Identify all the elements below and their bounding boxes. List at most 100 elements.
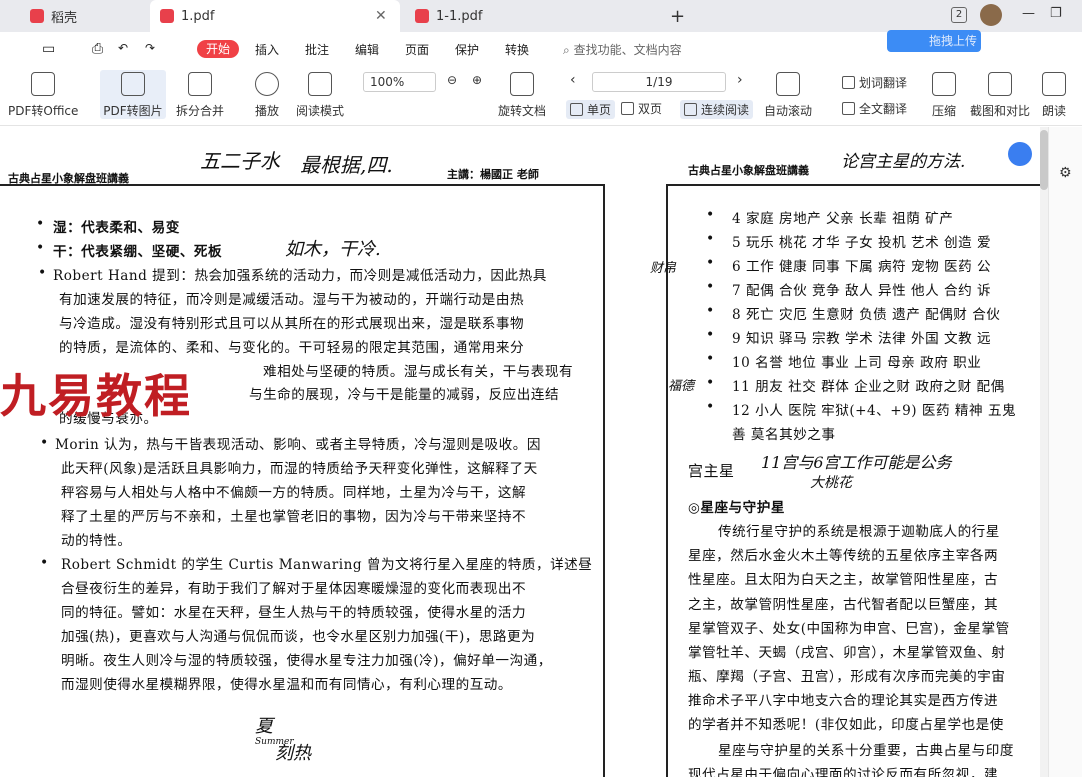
pdf-to-office-button[interactable]: PDF转Office [8, 70, 78, 119]
right-sidebar: ⚙ [1048, 127, 1082, 777]
restore-icon[interactable]: ❐ [1050, 6, 1062, 21]
redo-icon[interactable]: ↷ [145, 41, 155, 55]
continuous-read-button[interactable]: 连续阅读 [680, 100, 754, 119]
bullet: • [706, 399, 715, 415]
next-page-icon[interactable]: › [737, 72, 743, 88]
compress-button[interactable]: 压缩 [932, 70, 956, 119]
toolbar: PDF转Office PDF转图片 拆分合并 播放 阅读模式 旋转文档 自动滚动… [0, 66, 1082, 126]
settings-icon[interactable]: ⚙ [1059, 165, 1072, 181]
handwriting-note: 最根据,四. [300, 153, 393, 177]
tab-docer[interactable]: 稻壳 [20, 0, 146, 32]
text-line: 性星座。且太阳为白天之主，故掌管阳性星座，古 [688, 572, 999, 588]
house-line: 10 名誉 地位 事业 上司 母亲 政府 职业 [732, 355, 982, 371]
auto-scroll-button[interactable]: 自动滚动 [764, 70, 812, 119]
new-tab-button[interactable]: + [660, 0, 695, 32]
play-button[interactable]: 播放 [255, 70, 279, 119]
pdf-to-office-icon [31, 72, 56, 96]
speaker-icon [1042, 72, 1066, 96]
text-line: 星掌管双子、处女(中国称为申宫、巳宫)，金星掌管 [688, 621, 1010, 637]
text-line: 星座，然后水金火木土等传统的五星依序主宰各两 [688, 548, 999, 564]
menu-edit[interactable]: 编辑 [355, 41, 379, 58]
document-viewer[interactable]: 古典占星小象解盘班講義 主講：楊國正 老師 五二子水 最根据,四. 如木，干冷.… [0, 127, 1082, 777]
tab-bar: 稻壳 1.pdf ✕ 1-1.pdf + 2 — ❐ [0, 0, 1082, 32]
house-line: 8 死亡 灾厄 生意财 负债 遗产 配偶财 合伙 [732, 307, 1001, 323]
menu-start[interactable]: 开始 [197, 40, 239, 58]
zoom-in-icon[interactable]: ⊕ [472, 73, 482, 87]
menu-page[interactable]: 页面 [405, 41, 429, 58]
house-line: 4 家庭 房地产 父亲 长辈 祖荫 矿产 [732, 211, 954, 227]
tab-1pdf[interactable]: 1.pdf ✕ [150, 0, 400, 32]
split-icon [188, 72, 212, 96]
minimize-icon[interactable]: — [1022, 6, 1035, 21]
text-line: 与生命的展现，冷与干是能量的减弱，反应出连结 [249, 387, 560, 403]
text-line: 现代占星由于偏向心理面的讨论反而有所忽视，建 [688, 767, 999, 777]
tab-label: 1.pdf [181, 8, 215, 24]
scrollbar[interactable] [1040, 127, 1048, 777]
single-page-button[interactable]: 单页 [566, 100, 616, 119]
floating-tool-icon[interactable] [1008, 142, 1032, 166]
undo-icon[interactable]: ↶ [118, 41, 128, 55]
text-line: 同的特征。譬如：水星在天秤，昼生人热与干的特质较强，使得水星的活力 [61, 605, 527, 621]
section-title: 宫主星 [688, 462, 735, 480]
text-line: 合昼夜衍生的差异，有助于我们了解对于星体因寒暖燥湿的变化而表现出不 [61, 581, 527, 597]
text-line: 的特质，是流体的、柔和、与变化的。干可轻易的限定其范围，通常用来分 [59, 340, 525, 356]
read-aloud-button[interactable]: 朗读 [1042, 70, 1066, 119]
handwriting-note: 11宫与6宫工作可能是公务 [761, 453, 952, 472]
full-translate-button[interactable]: 全文翻译 [842, 100, 907, 117]
pdf-to-image-button[interactable]: PDF转图片 [100, 70, 166, 119]
house-line: 12 小人 医院 牢狱(+4、+9) 医药 精神 五鬼 [732, 403, 1017, 419]
reading-mode-button[interactable]: 阅读模式 [296, 70, 344, 119]
subsection-title: ◎星座与守护星 [688, 500, 785, 516]
label: PDF转Office [8, 104, 79, 118]
text-line: 的学者并不知悉呢！(非仅如此，印度占星学也是使 [688, 717, 1004, 733]
handwriting-note: 大桃花 [810, 475, 852, 491]
menu-convert[interactable]: 转换 [505, 41, 529, 58]
word-translate-button[interactable]: 划词翻译 [842, 74, 907, 91]
folder-icon[interactable]: ▭ [42, 41, 55, 57]
handwriting-note: 夏 [255, 716, 273, 737]
page-input[interactable]: 1/19 [592, 72, 726, 92]
handwriting-note: 福德 [668, 379, 695, 394]
bullet: • [706, 375, 715, 391]
scroll-icon [776, 72, 800, 96]
label: 旋转文档 [498, 104, 547, 118]
scrollbar-thumb[interactable] [1040, 130, 1048, 190]
menu-insert[interactable]: 插入 [255, 41, 279, 58]
text-line: 释了土星的严厉与不亲和，土星也掌管老旧的事物，因为冷与干带来坚持不 [61, 509, 527, 525]
book-icon [308, 72, 332, 96]
menu-protect[interactable]: 保护 [455, 41, 479, 58]
screenshot-compare-button[interactable]: 截图和对比 [970, 70, 1030, 119]
print-icon[interactable]: ⎙ [92, 41, 103, 57]
continuous-icon [684, 103, 697, 116]
right-page: 古典占星小象解盘班講義 论宫主星的方法. • • • • • • • • • 4… [666, 127, 1040, 777]
lecturer: 主講：楊國正 老師 [447, 168, 539, 181]
prev-page-icon[interactable]: ‹ [570, 72, 576, 88]
menu-annotate[interactable]: 批注 [305, 41, 329, 58]
text-line: 干：代表紧绷、坚硬、死板 [53, 244, 223, 260]
tab-1-1pdf[interactable]: 1-1.pdf [405, 0, 655, 32]
rotate-button[interactable]: 旋转文档 [498, 70, 546, 119]
docer-icon [30, 9, 44, 23]
tab-label: 1-1.pdf [436, 8, 483, 24]
text-line: 掌管牡羊、天蝎（戌宫、卯宫），木星掌管双鱼、射 [688, 645, 1006, 661]
split-merge-button[interactable]: 拆分合并 [176, 70, 224, 119]
close-icon[interactable]: ✕ [375, 8, 387, 24]
upload-button[interactable]: 拖拽上传 [887, 30, 981, 52]
bullet: • [36, 216, 45, 232]
text-line: 善 莫名其妙之事 [732, 427, 836, 443]
window-count-badge[interactable]: 2 [951, 7, 967, 23]
label: PDF转图片 [103, 104, 163, 118]
zoom-select[interactable]: 100% [363, 72, 436, 92]
zoom-out-icon[interactable]: ⊖ [447, 73, 457, 87]
text-line: Morin 认为，热与干皆表现活动、影响、或者主导特质，冷与湿则是吸收。因 [55, 437, 541, 453]
avatar[interactable] [980, 4, 1002, 26]
house-line: 7 配偶 合伙 竞争 敌人 异性 他人 合约 诉 [732, 283, 992, 299]
text-line: 传统行星守护的系统是根源于迦勒底人的行星 [718, 524, 1000, 540]
bullet: • [706, 207, 715, 223]
search-input[interactable]: ⌕ 查找功能、文档内容 [563, 41, 682, 58]
double-page-button[interactable]: 双页 [621, 100, 662, 117]
translate-doc-icon [842, 102, 855, 115]
bullet: • [38, 265, 47, 281]
text-line: 有加速发展的特征，而冷则是减缓活动。湿与干为被动的，开端行动是由热 [59, 292, 525, 308]
text-line: 推命术子平八字中地支六合的理论其实是西方传进 [688, 693, 999, 709]
